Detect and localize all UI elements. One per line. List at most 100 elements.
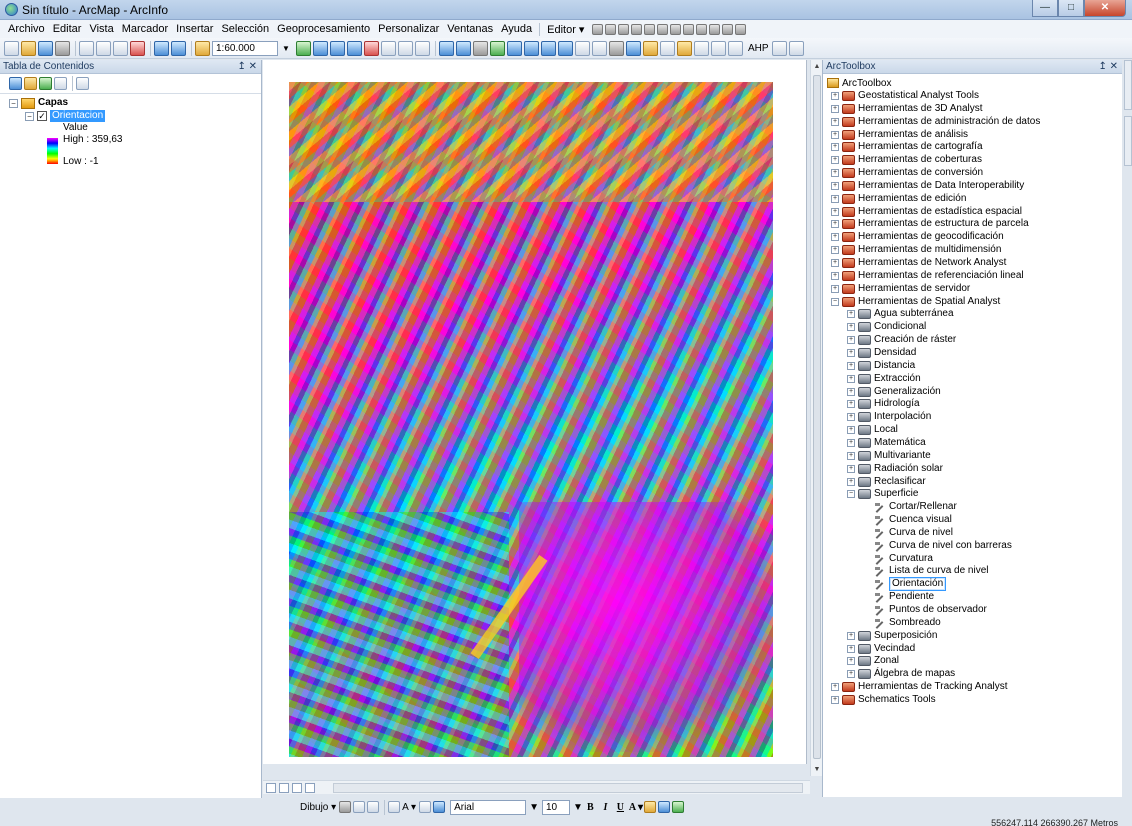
model-builder-icon[interactable] (398, 40, 413, 56)
expand-icon[interactable]: + (847, 388, 855, 396)
minimize-button[interactable]: — (1032, 0, 1058, 17)
size-dropdown-icon[interactable]: ▼ (573, 802, 583, 813)
arctoolbox-pin-close[interactable]: ↥ ✕ (1098, 60, 1118, 74)
cut-polygon-icon[interactable] (683, 23, 695, 35)
collapse-icon[interactable]: − (831, 298, 839, 306)
refresh-icon[interactable] (292, 782, 302, 793)
end-point-arc-icon[interactable] (631, 23, 643, 35)
layer-row-orientacion[interactable]: − ✓ Orientacion (25, 110, 106, 122)
toolbox-item[interactable]: + Herramientas de 3D Analyst (831, 103, 983, 115)
expand-icon[interactable]: + (847, 632, 855, 640)
python-window-icon[interactable] (381, 40, 396, 56)
expand-icon[interactable]: + (847, 362, 855, 370)
collapse-icon[interactable]: − (25, 111, 34, 121)
toolbox-item[interactable]: + Herramientas de análisis (831, 129, 968, 141)
forward-extent-icon[interactable] (558, 40, 573, 56)
menu-ventanas[interactable]: Ventanas (443, 23, 497, 35)
go-to-xy-icon[interactable] (711, 40, 726, 56)
text-tool[interactable]: A ▾ (402, 802, 416, 813)
tool-item[interactable]: Curva de nivel con barreras (863, 540, 1012, 552)
toolbox-item[interactable]: + Herramientas de administración de datos (831, 116, 1040, 128)
fixed-zoom-in-icon[interactable] (507, 40, 522, 56)
ahp-tool-icon[interactable] (771, 40, 787, 56)
search-window-icon[interactable] (347, 40, 362, 56)
scroll-thumb[interactable] (813, 75, 821, 759)
toolset-item[interactable]: + Matemática (847, 437, 926, 449)
tool-item[interactable]: Puntos de observador (863, 604, 987, 616)
menu-archivo[interactable]: Archivo (4, 23, 49, 35)
list-by-selection-icon[interactable] (54, 77, 67, 90)
catalog-side-tab[interactable] (1124, 60, 1132, 110)
delete-icon[interactable] (130, 40, 145, 56)
toolbox-item[interactable]: + Herramientas de Data Interoperability (831, 180, 1024, 192)
expand-icon[interactable]: + (831, 696, 839, 704)
trace-icon[interactable] (644, 23, 656, 35)
save-icon[interactable] (38, 40, 53, 56)
expand-icon[interactable]: + (847, 400, 855, 408)
tool-item[interactable]: Curvatura (863, 553, 933, 565)
map-horizontal-scrollbar[interactable] (333, 783, 803, 793)
edit-tool-icon[interactable] (592, 23, 604, 35)
edit-vertices-icon[interactable] (657, 23, 669, 35)
marker-color-icon[interactable] (672, 801, 685, 813)
expand-icon[interactable]: + (847, 465, 855, 473)
expand-icon[interactable]: + (831, 156, 839, 164)
expand-icon[interactable]: + (831, 272, 839, 280)
full-extent-icon[interactable] (490, 40, 505, 56)
toolbox-item[interactable]: + Herramientas de cartografía (831, 141, 983, 153)
find-icon[interactable] (694, 40, 709, 56)
expand-icon[interactable]: + (831, 246, 839, 254)
menu-ayuda[interactable]: Ayuda (497, 23, 536, 35)
font-size-select[interactable]: 10 (541, 799, 570, 815)
close-button[interactable]: ✕ (1084, 0, 1126, 17)
new-document-icon[interactable] (4, 40, 19, 56)
expand-icon[interactable]: + (831, 285, 839, 293)
collapse-icon[interactable]: − (9, 98, 18, 108)
expand-icon[interactable]: + (847, 670, 855, 678)
expand-icon[interactable]: + (847, 323, 855, 331)
redo-icon[interactable] (171, 40, 186, 56)
toolbox-item[interactable]: + Herramientas de conversión (831, 167, 983, 179)
toolset-item[interactable]: + Radiación solar (847, 463, 943, 475)
add-data-icon[interactable] (195, 40, 210, 56)
table-of-contents-icon[interactable] (313, 40, 328, 56)
sketch-properties-icon[interactable] (735, 23, 747, 35)
pause-icon[interactable] (305, 782, 315, 793)
hyperlink-icon[interactable] (643, 40, 658, 56)
select-elements-icon[interactable] (609, 40, 624, 56)
font-dropdown-icon[interactable]: ▼ (529, 802, 539, 813)
toolset-item[interactable]: + Multivariante (847, 450, 931, 462)
expand-icon[interactable]: + (847, 375, 855, 383)
toolset-item[interactable]: + Álgebra de mapas (847, 668, 955, 680)
toolbox-item[interactable]: + Herramientas de Tracking Analyst (831, 681, 1008, 693)
toolset-item[interactable]: + Zonal (847, 655, 899, 667)
aspect-raster-map[interactable] (289, 82, 773, 757)
toolset-item[interactable]: + Generalización (847, 386, 941, 398)
layer-name[interactable]: Orientacion (50, 110, 106, 122)
font-color-button[interactable]: A ▾ (629, 802, 643, 813)
expand-icon[interactable]: + (831, 169, 839, 177)
menu-personalizar[interactable]: Personalizar (374, 23, 443, 35)
expand-icon[interactable]: + (831, 195, 839, 203)
layer-visibility-checkbox[interactable]: ✓ (37, 111, 47, 121)
rectangle-icon[interactable] (388, 801, 401, 813)
expand-icon[interactable]: + (847, 645, 855, 653)
html-popup-icon[interactable] (660, 40, 675, 56)
toolset-item[interactable]: + Extracción (847, 373, 921, 385)
pan-icon[interactable] (473, 40, 488, 56)
tool-item[interactable]: Cortar/Rellenar (863, 501, 957, 513)
help-icon[interactable] (415, 40, 430, 56)
toolset-item[interactable]: + Agua subterránea (847, 308, 954, 320)
toc-options-icon[interactable] (76, 77, 89, 90)
toolbox-item[interactable]: + Geostatistical Analyst Tools (831, 90, 979, 102)
expand-icon[interactable]: + (847, 426, 855, 434)
fixed-zoom-out-icon[interactable] (524, 40, 539, 56)
expand-icon[interactable]: + (831, 118, 839, 126)
menu-marcador[interactable]: Marcador (118, 23, 172, 35)
split-icon[interactable] (696, 23, 708, 35)
toolset-item[interactable]: + Distancia (847, 360, 915, 372)
tool-item[interactable]: Cuenca visual (863, 514, 952, 526)
expand-icon[interactable]: + (831, 92, 839, 100)
collapse-icon[interactable]: − (847, 490, 855, 498)
arctoolbox-icon[interactable] (364, 40, 379, 56)
